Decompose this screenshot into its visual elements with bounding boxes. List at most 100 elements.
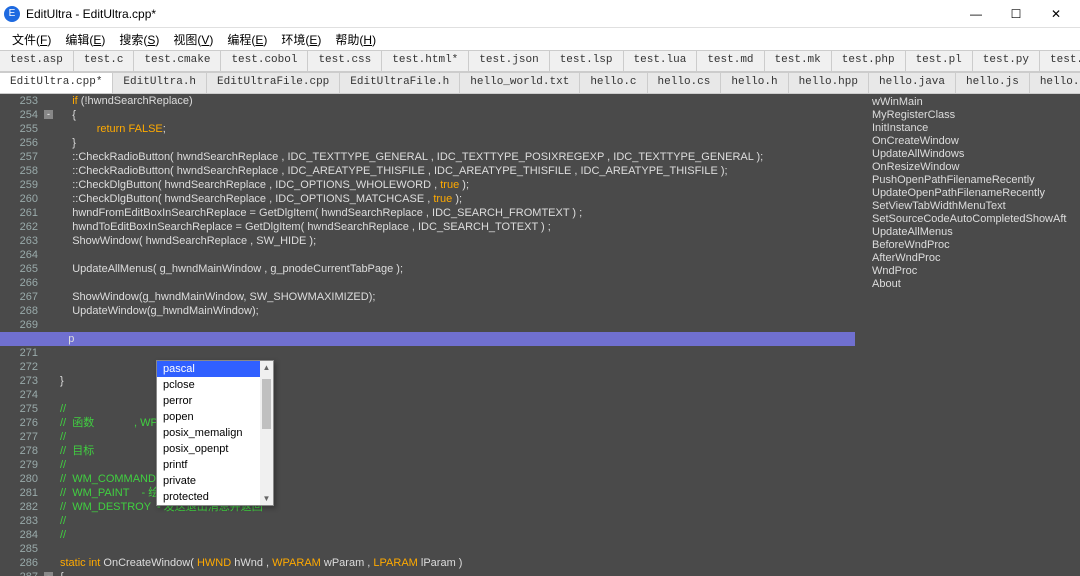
outline-item[interactable]: OnCreateWindow [872,135,1076,148]
code-line[interactable]: { [56,108,855,122]
autocomplete-item[interactable]: pclose [157,377,273,393]
menu-s[interactable]: 搜索(S) [113,29,165,50]
scroll-thumb[interactable] [262,379,271,429]
code-line[interactable] [56,542,855,556]
autocomplete-item[interactable]: pascal [157,361,273,377]
menu-e[interactable]: 编辑(E) [59,29,111,50]
menu-v[interactable]: 视图(V) [167,29,219,50]
outline-item[interactable]: About [872,278,1076,291]
code-line[interactable]: ShowWindow(g_hwndMainWindow, SW_SHOWMAXI… [56,290,855,304]
code-line[interactable]: ShowWindow( hwndSearchReplace , SW_HIDE … [56,234,855,248]
tab[interactable]: hello.java [869,73,956,93]
tab[interactable]: EditUltraFile.h [340,73,460,93]
tab[interactable]: test.lua [624,51,698,71]
code-line[interactable]: hwndToEditBoxInSearchReplace = GetDlgIte… [56,220,855,234]
code-line[interactable]: if (!hwndSearchReplace) [56,94,855,108]
code-line[interactable]: hwndFromEditBoxInSearchReplace = GetDlgI… [56,206,855,220]
editor-scrollbar[interactable] [855,94,868,576]
menu-e[interactable]: 环境(E) [275,29,327,50]
tab[interactable]: test.lsp [550,51,624,71]
outline-item[interactable]: wWinMain [872,96,1076,109]
outline-item[interactable]: SetSourceCodeAutoCompletedShowAft [872,213,1076,226]
tab[interactable]: EditUltra.h [113,73,207,93]
autocomplete-item[interactable]: popen [157,409,273,425]
code-line[interactable]: ::CheckDlgButton( hwndSearchReplace , ID… [56,178,855,192]
tab[interactable]: test.cmake [134,51,221,71]
autocomplete-popup[interactable]: pascalpcloseperrorpopenposix_memalignpos… [156,360,274,506]
outline-item[interactable]: BeforeWndProc [872,239,1076,252]
code-line[interactable]: static int OnCreateWindow( HWND hWnd , W… [56,556,855,570]
tab[interactable]: EditUltraFile.cpp [207,73,340,93]
autocomplete-item[interactable]: posix_openpt [157,441,273,457]
outline-item[interactable]: UpdateAllWindows [872,148,1076,161]
outline-item[interactable]: PushOpenPathFilenameRecently [872,174,1076,187]
outline-sidebar[interactable]: wWinMainMyRegisterClassInitInstanceOnCre… [868,94,1080,576]
code-line[interactable]: return FALSE; [56,122,855,136]
code-line[interactable] [56,318,855,332]
autocomplete-scrollbar[interactable]: ▲ ▼ [260,361,273,505]
tab[interactable]: test.py [973,51,1040,71]
tab[interactable]: hello.cs [648,73,722,93]
tab[interactable]: hello.h [721,73,788,93]
line-number: 261 [0,206,38,220]
code-line[interactable]: p [0,332,855,346]
fold-toggle[interactable]: - [44,110,53,119]
close-button[interactable]: ✕ [1036,2,1076,26]
tab[interactable]: test.md [697,51,764,71]
outline-item[interactable]: UpdateAllMenus [872,226,1076,239]
tab[interactable]: hello.txt [1030,73,1080,93]
menu-h[interactable]: 帮助(H) [329,29,382,50]
outline-item[interactable]: UpdateOpenPathFilenameRecently [872,187,1076,200]
scroll-down-arrow[interactable]: ▼ [260,492,273,505]
line-number: 282 [0,500,38,514]
scroll-up-arrow[interactable]: ▲ [260,361,273,374]
outline-item[interactable]: InitInstance [872,122,1076,135]
tab[interactable]: test.css [308,51,382,71]
outline-item[interactable]: AfterWndProc [872,252,1076,265]
minimize-button[interactable]: — [956,2,996,26]
tab[interactable]: test.rb [1040,51,1080,71]
line-number: 257 [0,150,38,164]
outline-item[interactable]: SetViewTabWidthMenuText [872,200,1076,213]
menu-f[interactable]: 文件(F) [6,29,57,50]
tab[interactable]: test.c [74,51,135,71]
code-line[interactable]: { [56,570,855,576]
code-line[interactable]: ::CheckDlgButton( hwndSearchReplace , ID… [56,192,855,206]
tab[interactable]: test.asp [0,51,74,71]
code-line[interactable]: // [56,514,855,528]
tab[interactable]: test.html* [382,51,469,71]
code-line[interactable]: // [56,528,855,542]
tab[interactable]: hello.c [580,73,647,93]
fold-toggle[interactable]: - [44,572,53,576]
code-line[interactable] [56,346,855,360]
tab[interactable]: test.json [469,51,549,71]
code-line[interactable] [56,248,855,262]
code-line[interactable]: ::CheckRadioButton( hwndSearchReplace , … [56,164,855,178]
autocomplete-item[interactable]: perror [157,393,273,409]
autocomplete-item[interactable]: protected [157,489,273,505]
tab[interactable]: hello.js [956,73,1030,93]
menu-e[interactable]: 编程(E) [221,29,273,50]
autocomplete-item[interactable]: private [157,473,273,489]
code-line[interactable]: UpdateAllMenus( g_hwndMainWindow , g_pno… [56,262,855,276]
maximize-button[interactable]: ☐ [996,2,1036,26]
code-line[interactable]: UpdateWindow(g_hwndMainWindow); [56,304,855,318]
autocomplete-item[interactable]: posix_memalign [157,425,273,441]
tab[interactable]: test.pl [906,51,973,71]
code-editor[interactable]: 2532542552562572582592602612622632642652… [0,94,855,576]
outline-item[interactable]: WndProc [872,265,1076,278]
code-line[interactable]: ::CheckRadioButton( hwndSearchReplace , … [56,150,855,164]
line-number: 274 [0,388,38,402]
line-number: 276 [0,416,38,430]
tab[interactable]: test.cobol [221,51,308,71]
tab[interactable]: hello.hpp [789,73,869,93]
tab[interactable]: EditUltra.cpp* [0,73,113,93]
tab[interactable]: test.mk [765,51,832,71]
tab[interactable]: hello_world.txt [460,73,580,93]
tab[interactable]: test.php [832,51,906,71]
autocomplete-item[interactable]: printf [157,457,273,473]
outline-item[interactable]: OnResizeWindow [872,161,1076,174]
code-line[interactable]: } [56,136,855,150]
outline-item[interactable]: MyRegisterClass [872,109,1076,122]
code-line[interactable] [56,276,855,290]
